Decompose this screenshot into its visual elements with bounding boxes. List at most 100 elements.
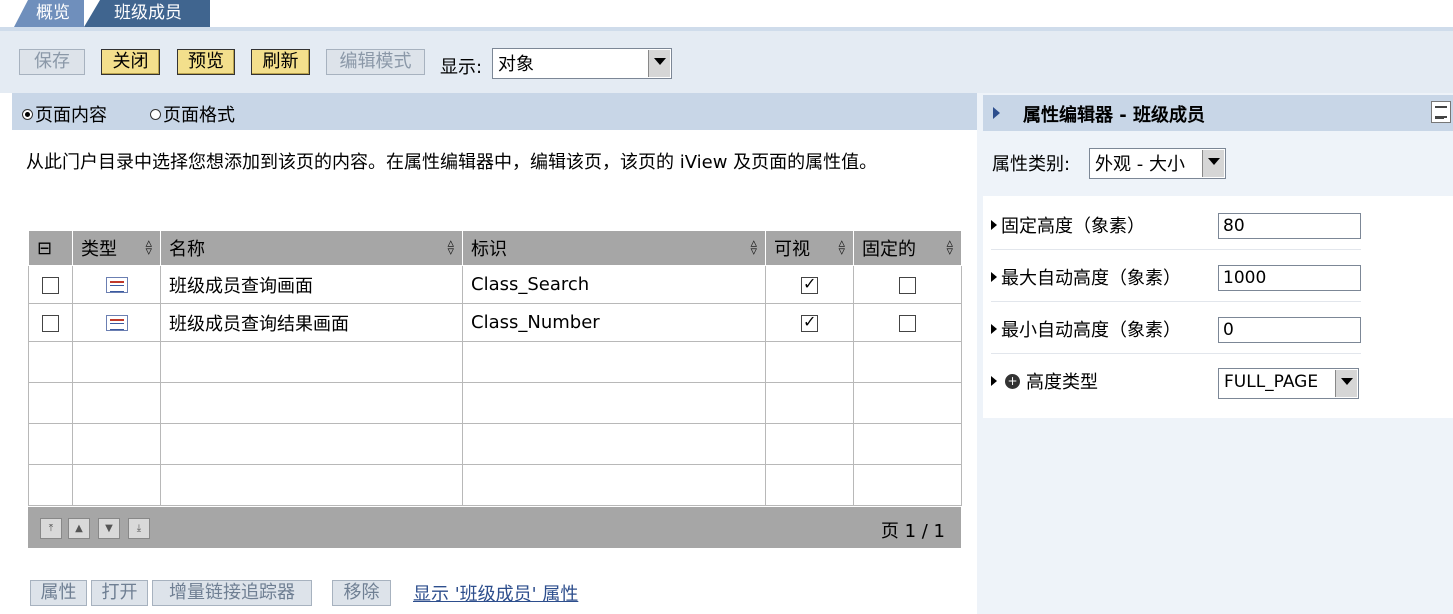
expand-triangle-icon[interactable] <box>991 272 997 282</box>
chevron-down-icon[interactable] <box>1202 150 1224 177</box>
col-type[interactable]: 类型 ▵ ▿ <box>72 230 161 266</box>
iview-document-icon <box>105 315 128 331</box>
open-button[interactable]: 打开 <box>91 580 148 606</box>
radio-dot <box>150 108 161 120</box>
property-editor-title: 属性编辑器 - 班级成员 <box>1023 105 1206 126</box>
radio-dot-checked <box>22 108 33 120</box>
last-page-icon[interactable]: ⤓ <box>128 518 150 539</box>
property-row-max-auto-height: 最大自动高度（象素） 1000 <box>991 251 1361 302</box>
height-type-value: FULL_PAGE <box>1224 372 1319 392</box>
property-editor-panel: 属性编辑器 - 班级成员 属性类别: 外观 - 大小 固定高度（象素） 80 最… <box>978 93 1453 614</box>
property-category-value: 外观 - 大小 <box>1095 154 1185 175</box>
sort-icon[interactable]: ▵ ▿ <box>447 237 454 258</box>
col-type-label: 类型 <box>81 239 117 260</box>
chevron-down-icon[interactable] <box>1335 370 1357 397</box>
property-row-min-auto-height: 最小自动高度（象素） 0 <box>991 303 1361 354</box>
radio-page-format-label: 页面格式 <box>163 105 235 126</box>
col-fixed[interactable]: 固定的 ▵ ▿ <box>853 230 962 266</box>
edit-mode-button[interactable]: 编辑模式 <box>326 49 425 75</box>
fixed-height-input[interactable]: 80 <box>1218 213 1361 239</box>
table-header-row: ⊟ 类型 ▵ ▿ 名称 ▵ ▿ 标识 ▵ ▿ 可视 ▵ ▿ 固定的 ▵ ▿ <box>28 230 962 266</box>
property-label: 固定高度（象素） <box>991 212 1145 238</box>
table-row[interactable]: 班级成员查询结果画面 Class_Number <box>28 303 962 342</box>
property-label-text: 固定高度（象素） <box>1001 216 1145 237</box>
col-name[interactable]: 名称 ▵ ▿ <box>160 230 463 266</box>
row-id: Class_Number <box>462 303 766 342</box>
show-properties-link[interactable]: 显示 '班级成员' 属性 <box>413 580 578 606</box>
refresh-button[interactable]: 刷新 <box>251 49 310 75</box>
property-category-label: 属性类别: <box>992 154 1071 175</box>
property-label-text: 最大自动高度（象素） <box>1001 268 1181 289</box>
iview-document-icon <box>105 277 128 293</box>
table-row-empty <box>28 382 962 424</box>
max-auto-height-input[interactable]: 1000 <box>1218 265 1361 291</box>
info-icon[interactable]: + <box>1005 373 1020 389</box>
preview-button[interactable]: 预览 <box>177 49 235 75</box>
first-page-icon[interactable]: ⤒ <box>40 518 62 539</box>
col-fixed-label: 固定的 <box>862 239 916 260</box>
close-button[interactable]: 关闭 <box>101 49 160 75</box>
tab-overview[interactable]: 概览 <box>14 0 84 27</box>
property-category-select[interactable]: 外观 - 大小 <box>1089 148 1226 179</box>
radio-page-content-label: 页面内容 <box>35 105 107 126</box>
sort-icon[interactable]: ▵ ▿ <box>838 237 845 258</box>
previous-page-icon[interactable]: ▲ <box>68 518 90 539</box>
panel-menu-icon[interactable] <box>1431 101 1451 123</box>
row-name: 班级成员查询画面 <box>160 265 463 304</box>
radio-page-content[interactable]: 页面内容 <box>22 101 107 127</box>
table-row[interactable]: 班级成员查询画面 Class_Search <box>28 265 962 304</box>
show-select-value: 对象 <box>498 54 534 75</box>
table-row-empty <box>28 423 962 465</box>
radio-page-format[interactable]: 页面格式 <box>150 101 235 127</box>
expand-triangle-icon[interactable] <box>991 376 997 386</box>
collapse-triangle-icon[interactable] <box>993 107 1000 119</box>
height-type-select[interactable]: FULL_PAGE <box>1218 368 1359 399</box>
next-page-icon[interactable]: ▼ <box>98 518 120 539</box>
select-all-icon[interactable]: ⊟ <box>28 230 73 266</box>
property-label: 最大自动高度（象素） <box>991 264 1181 290</box>
chevron-down-icon[interactable] <box>648 50 670 77</box>
sort-icon[interactable]: ▵ ▿ <box>946 237 953 258</box>
expand-triangle-icon[interactable] <box>991 324 997 334</box>
property-label: 最小自动高度（象素） <box>991 316 1181 342</box>
visible-checkbox[interactable] <box>801 312 818 332</box>
row-id: Class_Search <box>462 265 766 304</box>
view-mode-bar: 页面内容 页面格式 <box>12 93 977 130</box>
fixed-checkbox[interactable] <box>899 314 916 332</box>
property-editor-header: 属性编辑器 - 班级成员 <box>983 95 1453 131</box>
sort-icon[interactable]: ▵ ▿ <box>750 237 757 258</box>
save-button[interactable]: 保存 <box>19 49 85 75</box>
col-id-label: 标识 <box>471 239 507 260</box>
show-select[interactable]: 对象 <box>492 48 672 79</box>
page-indicator: 页 1 / 1 <box>880 521 945 542</box>
property-list: 固定高度（象素） 80 最大自动高度（象素） 1000 最小自动高度（象素） 0… <box>983 196 1453 418</box>
table-row-empty <box>28 341 962 383</box>
properties-button[interactable]: 属性 <box>30 580 87 606</box>
visible-checkbox[interactable] <box>801 274 818 294</box>
row-name: 班级成员查询结果画面 <box>160 303 463 342</box>
property-row-fixed-height: 固定高度（象素） 80 <box>991 199 1361 250</box>
col-visible[interactable]: 可视 ▵ ▿ <box>765 230 854 266</box>
show-label: 显示: <box>440 57 483 78</box>
property-label-text: 最小自动高度（象素） <box>1001 320 1181 341</box>
property-row-height-type: + 高度类型 FULL_PAGE <box>991 355 1361 405</box>
row-select-checkbox[interactable] <box>42 276 59 294</box>
property-label-text: 高度类型 <box>1026 372 1098 393</box>
table-row-empty <box>28 464 962 506</box>
col-visible-label: 可视 <box>774 239 810 260</box>
col-name-label: 名称 <box>169 239 205 260</box>
sort-icon[interactable]: ▵ ▿ <box>145 237 152 258</box>
remove-button[interactable]: 移除 <box>332 580 391 606</box>
min-auto-height-input[interactable]: 0 <box>1218 317 1361 343</box>
delta-link-tracer-button[interactable]: 增量链接追踪器 <box>152 580 312 606</box>
table-pager: ⤒ ▲ ▼ ⤓ 页 1 / 1 <box>28 507 961 548</box>
page-content-panel: 页面内容 页面格式 从此门户目录中选择您想添加到该页的内容。在属性编辑器中，编辑… <box>0 93 977 614</box>
content-table: ⊟ 类型 ▵ ▿ 名称 ▵ ▿ 标识 ▵ ▿ 可视 ▵ ▿ 固定的 ▵ ▿ 班级成员查询画面 Cla… <box>28 230 962 506</box>
tab-class-members[interactable]: 班级成员 <box>84 0 210 27</box>
property-label: + 高度类型 <box>991 368 1098 394</box>
fixed-checkbox[interactable] <box>899 276 916 294</box>
col-id[interactable]: 标识 ▵ ▿ <box>462 230 766 266</box>
row-select-checkbox[interactable] <box>42 314 59 332</box>
expand-triangle-icon[interactable] <box>991 220 997 230</box>
description-text: 从此门户目录中选择您想添加到该页的内容。在属性编辑器中，编辑该页，该页的 iVi… <box>26 152 878 173</box>
